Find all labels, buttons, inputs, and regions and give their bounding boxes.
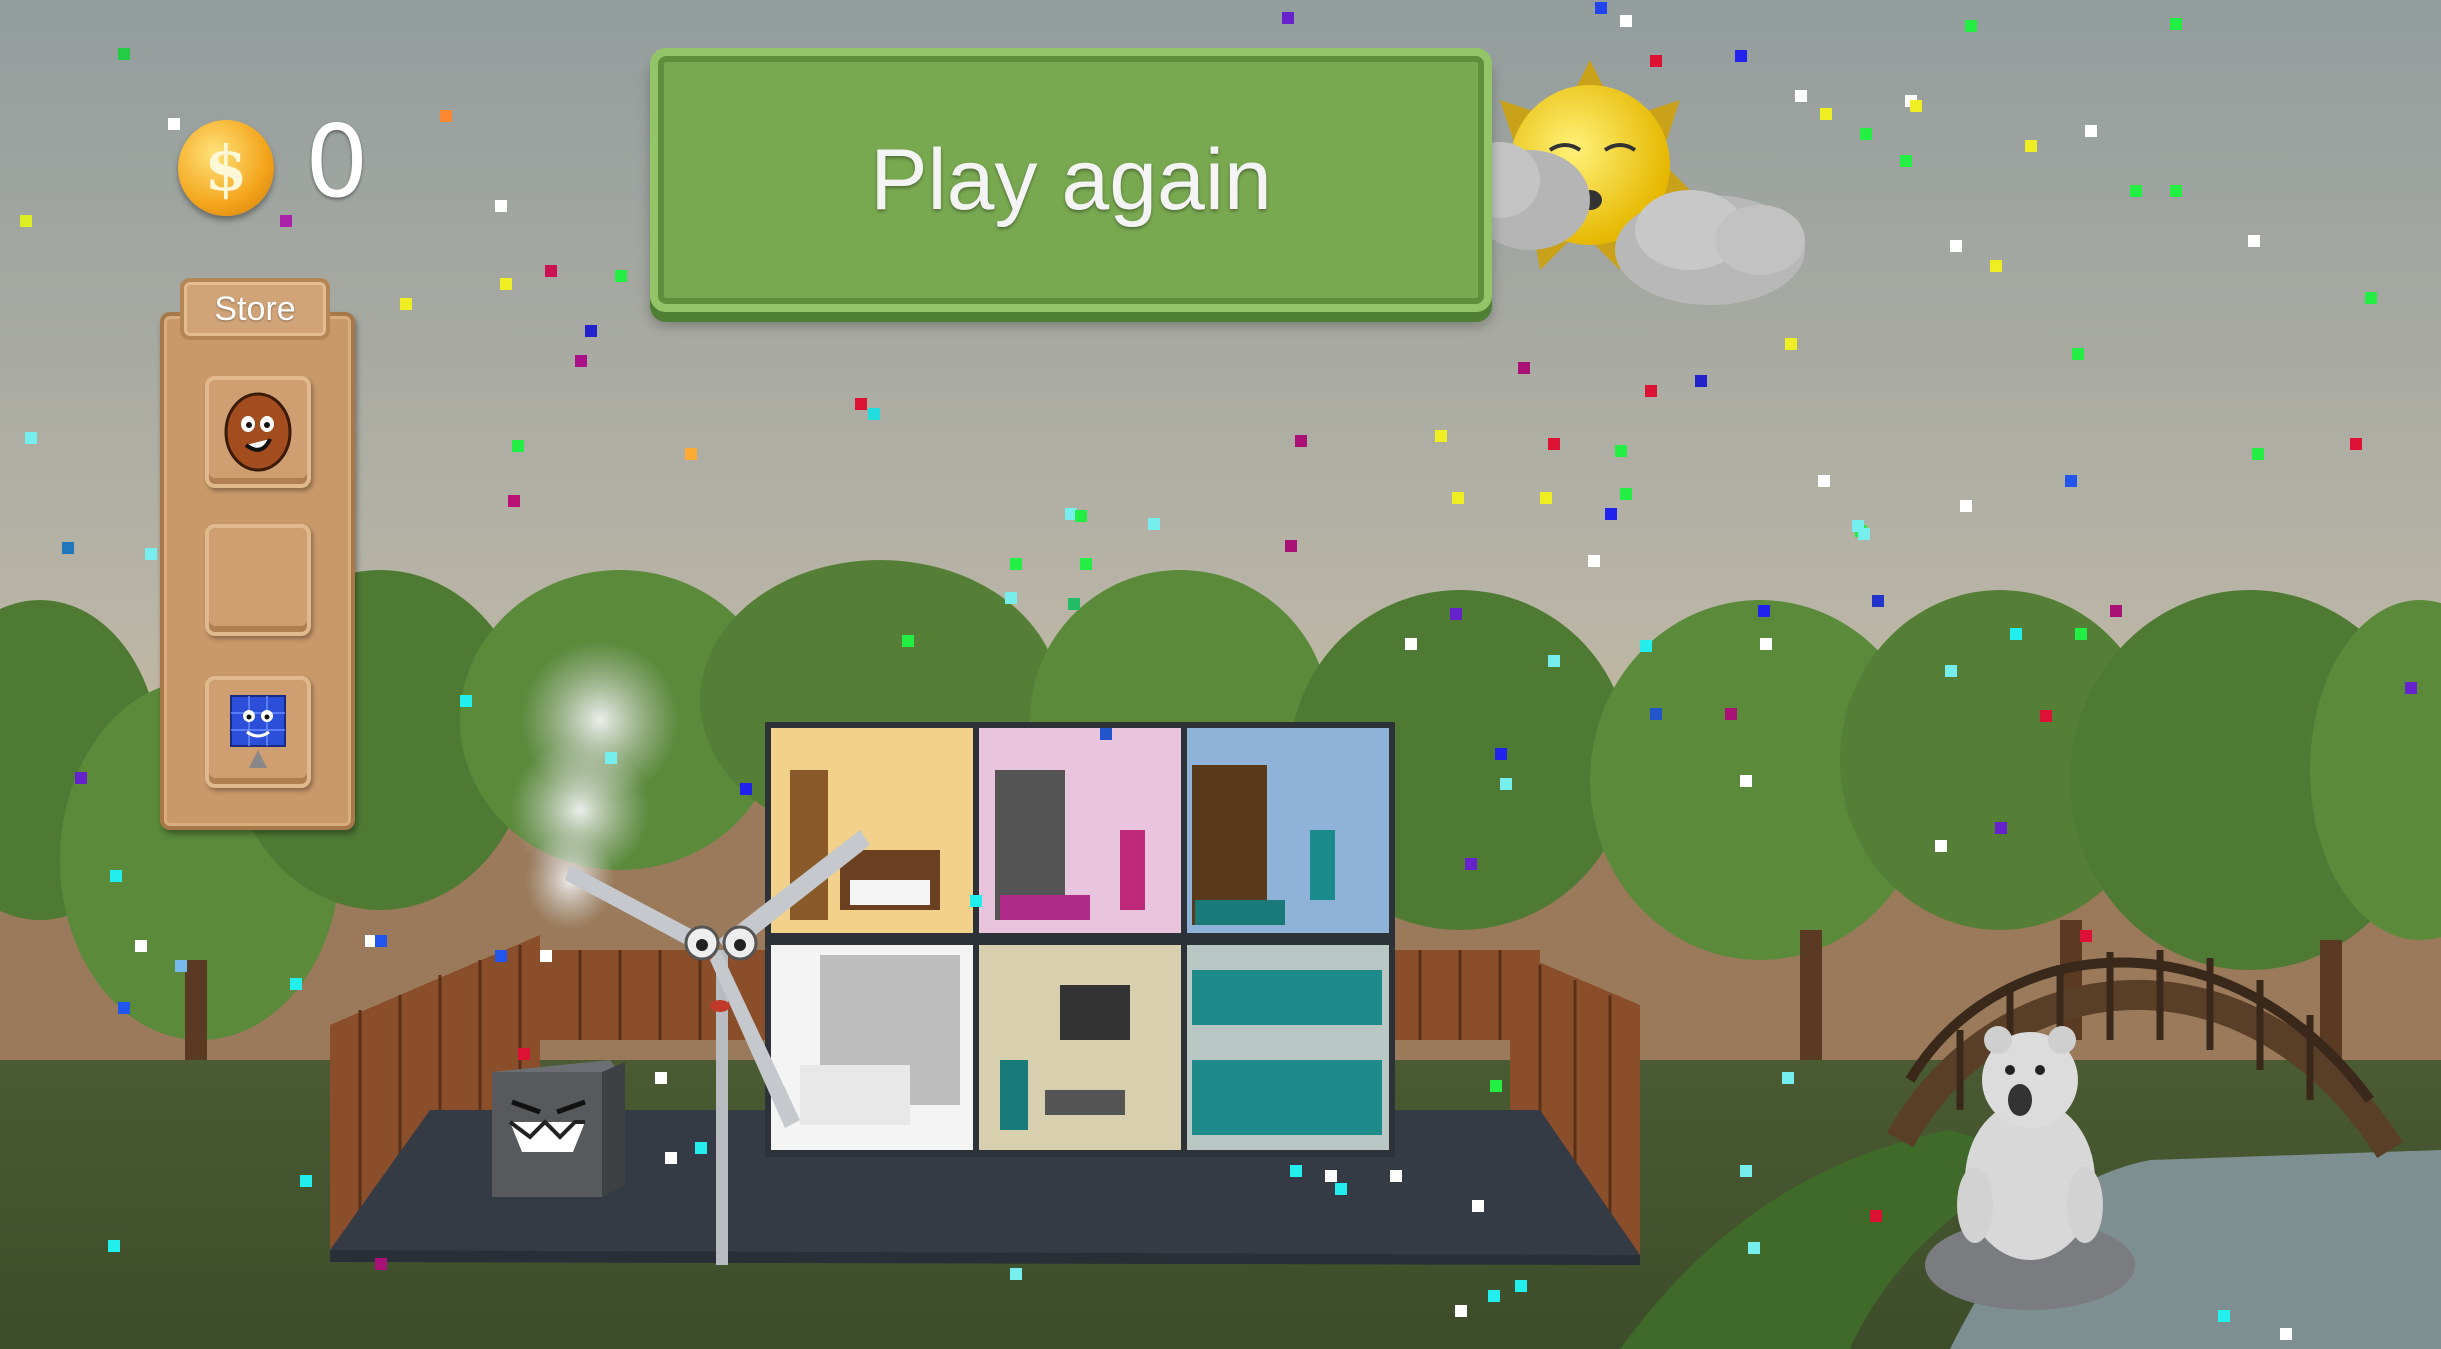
coin-counter: 0: [305, 103, 369, 220]
play-again-button[interactable]: Play again: [650, 48, 1492, 312]
store-item-empty[interactable]: [205, 524, 311, 636]
coal-face-icon: [224, 392, 292, 472]
coal-furnace: [492, 1060, 625, 1197]
coin-symbol: $: [204, 131, 248, 205]
store-item-coal[interactable]: [205, 376, 311, 488]
solar-panel-icon: [230, 695, 286, 768]
store-title: Store: [180, 278, 330, 340]
house: [765, 722, 1395, 1157]
store-item-solar-panel[interactable]: [205, 676, 311, 788]
coin-icon: $: [178, 120, 274, 216]
